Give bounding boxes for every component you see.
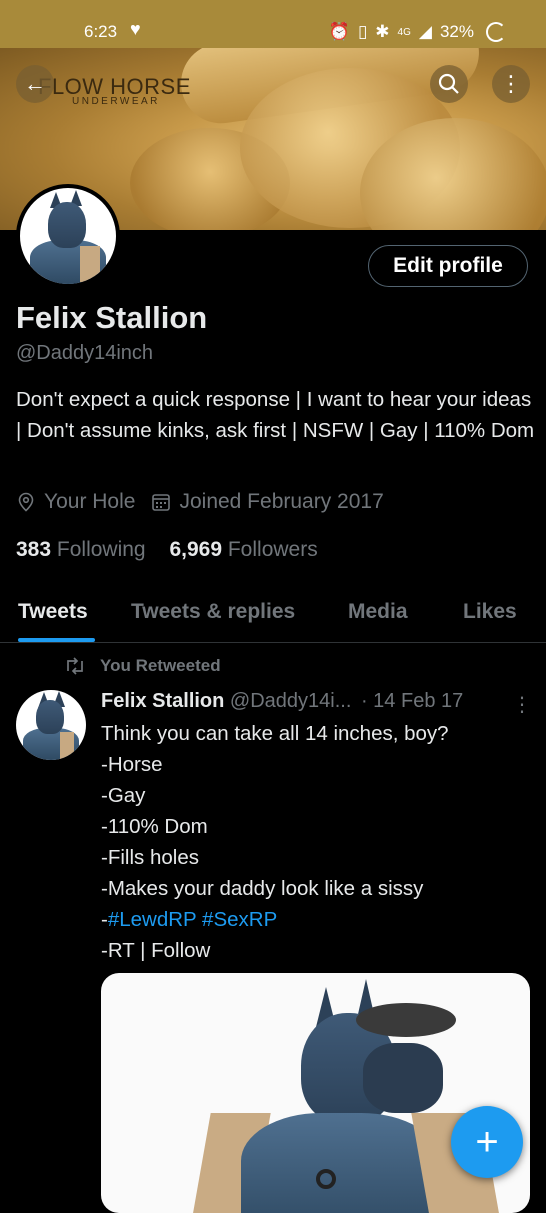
profile-location: Your Hole bbox=[44, 490, 136, 513]
profile-avatar[interactable] bbox=[16, 184, 120, 288]
status-time: 6:23 bbox=[84, 22, 118, 41]
tweet-line: -Horse bbox=[101, 753, 163, 776]
media-art bbox=[316, 1169, 336, 1189]
tweet-line: -110% Dom bbox=[101, 815, 208, 838]
location-pin-icon bbox=[18, 492, 34, 512]
edit-profile-button[interactable]: Edit profile bbox=[368, 245, 528, 287]
tweet-more-icon[interactable]: ⋮ bbox=[512, 692, 532, 717]
retweet-icon bbox=[67, 657, 83, 675]
following-link[interactable]: 383 Following bbox=[16, 538, 151, 561]
hashtag-prefix: - bbox=[101, 908, 108, 931]
tweet-header: Felix Stallion @Daddy14i... · 14 Feb 17 bbox=[101, 690, 463, 713]
tweet-text: Think you can take all 14 inches, boy? -… bbox=[101, 718, 449, 966]
tweet-hashtag-line: -#LewdRP #SexRP bbox=[101, 904, 449, 935]
calendar-icon bbox=[152, 494, 171, 511]
tweet-line: Think you can take all 14 inches, boy? bbox=[101, 722, 449, 745]
profile-bio: Don't expect a quick response | I want t… bbox=[16, 388, 535, 442]
tweet-author-handle[interactable]: @Daddy14i... bbox=[230, 690, 351, 712]
profile-joined: Joined February 2017 bbox=[179, 490, 384, 513]
profile-meta: Your Hole Joined February 2017 bbox=[16, 490, 384, 514]
arrow-left-icon: ← bbox=[24, 71, 46, 96]
profile-handle: @Daddy14inch bbox=[16, 342, 154, 364]
tab-tweets[interactable]: Tweets bbox=[18, 600, 88, 624]
more-button[interactable]: ⋮ bbox=[492, 65, 530, 103]
retweet-indicator: You Retweeted bbox=[64, 656, 221, 676]
avatar-art bbox=[48, 202, 86, 248]
following-count: 383 bbox=[16, 538, 52, 561]
avatar-art bbox=[60, 732, 74, 760]
followers-link[interactable]: 6,969 Followers bbox=[169, 538, 317, 561]
tab-media[interactable]: Media bbox=[348, 600, 408, 624]
media-art bbox=[363, 1043, 443, 1113]
followers-label: Followers bbox=[227, 538, 318, 561]
avatar-art bbox=[80, 246, 100, 282]
compose-tweet-button[interactable]: + bbox=[451, 1106, 523, 1178]
tweet-line: -Makes your daddy look like a sissy bbox=[101, 877, 424, 900]
bluetooth-icon: ✱ bbox=[375, 22, 390, 41]
tweet-avatar[interactable] bbox=[16, 690, 86, 760]
avatar-art bbox=[36, 700, 64, 734]
tweet-line: -Fills holes bbox=[101, 846, 199, 869]
tweet-media-image[interactable] bbox=[101, 973, 530, 1213]
status-icons: ⏰ ▯ ✱ 4G ◢ 32% bbox=[329, 22, 506, 42]
tweet-line: -RT | Follow bbox=[101, 939, 211, 962]
signal-icon: ◢ bbox=[418, 22, 432, 41]
tweet-line: -Gay bbox=[101, 784, 146, 807]
more-vertical-icon: ⋮ bbox=[500, 71, 522, 96]
tab-tweets-replies[interactable]: Tweets & replies bbox=[131, 600, 295, 624]
tweet-author-name[interactable]: Felix Stallion bbox=[101, 690, 224, 712]
search-icon bbox=[438, 73, 459, 94]
battery-icon bbox=[486, 22, 506, 42]
plus-icon: + bbox=[475, 1119, 499, 1164]
media-art bbox=[356, 1003, 456, 1037]
vibrate-icon: ▯ bbox=[357, 22, 368, 41]
media-art bbox=[241, 1113, 441, 1213]
back-button[interactable]: ← bbox=[16, 65, 54, 103]
alarm-icon: ⏰ bbox=[328, 22, 350, 41]
tweet-hashtags[interactable]: #LewdRP #SexRP bbox=[108, 908, 277, 931]
network-label: 4G bbox=[397, 26, 411, 38]
tweet-date[interactable]: · 14 Feb 17 bbox=[361, 690, 463, 712]
profile-tabs: Tweets Tweets & replies Media Likes bbox=[0, 588, 546, 643]
tab-likes[interactable]: Likes bbox=[463, 600, 517, 624]
banner-logo-subtext: UNDERWEAR bbox=[72, 96, 160, 107]
active-tab-indicator bbox=[18, 638, 95, 642]
followers-count: 6,969 bbox=[169, 538, 223, 561]
profile-name: Felix Stallion bbox=[16, 300, 208, 335]
status-bar: 6:23 ♥ ⏰ ▯ ✱ 4G ◢ 32% bbox=[0, 0, 546, 48]
battery-percent: 32% bbox=[439, 22, 474, 41]
search-button[interactable] bbox=[430, 65, 468, 103]
profile-stats: 383 Following 6,969 Followers bbox=[16, 538, 318, 562]
heart-icon: ♥ bbox=[130, 19, 141, 39]
following-label: Following bbox=[56, 538, 146, 561]
retweet-label: You Retweeted bbox=[100, 656, 221, 675]
